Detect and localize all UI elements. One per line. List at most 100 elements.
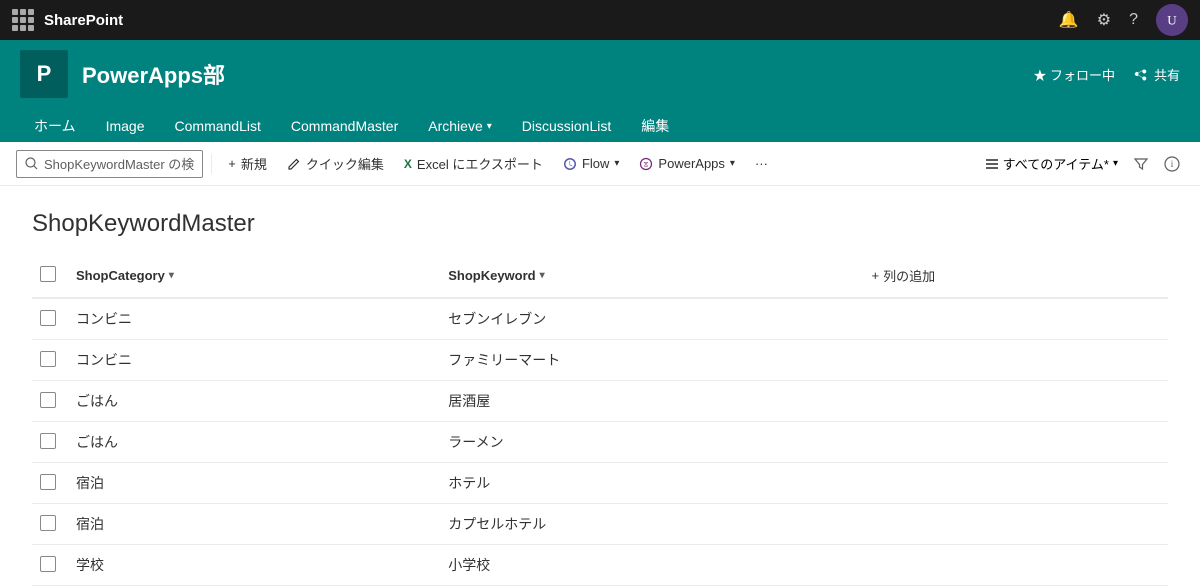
row-checkbox[interactable]	[40, 556, 56, 572]
row-checkbox-cell[interactable]	[32, 298, 64, 340]
row-checkbox-cell[interactable]	[32, 504, 64, 545]
flow-dropdown-icon: ▾	[614, 158, 619, 169]
svg-text:⧖: ⧖	[644, 160, 649, 168]
flow-button[interactable]: Flow ▾	[555, 148, 627, 180]
select-all-checkbox-header[interactable]	[32, 254, 64, 298]
empty-add-col-cell	[852, 463, 1168, 504]
row-checkbox-cell[interactable]	[32, 545, 64, 586]
info-icon: i	[1164, 156, 1180, 172]
shop-keyword-cell: 小学校	[436, 545, 851, 586]
notification-bell-icon[interactable]: 🔔	[1059, 10, 1079, 30]
shop-keyword-cell: ラーメン	[436, 422, 851, 463]
filter-button[interactable]	[1130, 157, 1152, 171]
nav-commandmaster[interactable]: CommandMaster	[277, 112, 412, 140]
add-column-plus: +	[872, 268, 880, 283]
shop-category-cell: 学校	[64, 545, 436, 586]
command-bar: ShopKeywordMaster の検 + 新規 クイック編集 X Excel…	[0, 142, 1200, 186]
filter-icon	[1134, 157, 1148, 171]
export-excel-button[interactable]: X Excel にエクスポート	[396, 148, 551, 180]
shop-category-cell: ごはん	[64, 422, 436, 463]
shop-category-sort-icon[interactable]: ▾	[169, 270, 174, 281]
lines-icon	[985, 157, 999, 171]
powerapps-icon: ⧖	[639, 157, 653, 171]
new-label: 新規	[241, 154, 267, 173]
add-column-header[interactable]: + 列の追加	[852, 254, 1168, 298]
list-table: ShopCategory ▾ ShopKeyword ▾ + 列の追加	[32, 254, 1168, 586]
excel-icon: X	[404, 157, 412, 171]
follow-button[interactable]: ★ フォロー中	[1033, 65, 1115, 84]
table-row[interactable]: 宿泊 カプセルホテル	[32, 504, 1168, 545]
view-selector[interactable]: すべてのアイテム* ▾	[981, 154, 1122, 173]
site-header-actions: ★ フォロー中 共有	[1033, 65, 1180, 84]
view-label: すべてのアイテム*	[1003, 154, 1109, 173]
shop-keyword-cell: カプセルホテル	[436, 504, 851, 545]
shop-category-cell: コンビニ	[64, 298, 436, 340]
search-box[interactable]: ShopKeywordMaster の検	[16, 150, 203, 178]
column-shop-category: ShopCategory ▾	[64, 254, 436, 298]
shop-category-cell: 宿泊	[64, 463, 436, 504]
top-nav-bar: SharePoint 🔔 ⚙ ? U	[0, 0, 1200, 40]
nav-image[interactable]: Image	[92, 112, 159, 140]
command-right: すべてのアイテム* ▾ i	[981, 154, 1184, 173]
shop-category-cell: コンビニ	[64, 340, 436, 381]
powerapps-label: PowerApps	[658, 156, 724, 171]
row-checkbox-cell[interactable]	[32, 340, 64, 381]
nav-discussionlist[interactable]: DiscussionList	[508, 112, 625, 140]
flow-label: Flow	[582, 156, 609, 171]
app-launcher-icon[interactable]	[12, 9, 34, 31]
more-icon: ···	[755, 156, 768, 171]
help-icon[interactable]: ?	[1129, 11, 1138, 29]
shop-keyword-sort-icon[interactable]: ▾	[540, 270, 545, 281]
header-checkbox[interactable]	[40, 266, 56, 282]
nav-commandlist[interactable]: CommandList	[161, 112, 275, 140]
add-column-label: 列の追加	[883, 266, 935, 285]
shop-keyword-label: ShopKeyword	[448, 268, 535, 283]
table-row[interactable]: コンビニ セブンイレブン	[32, 298, 1168, 340]
table-header-row: ShopCategory ▾ ShopKeyword ▾ + 列の追加	[32, 254, 1168, 298]
row-checkbox[interactable]	[40, 433, 56, 449]
row-checkbox-cell[interactable]	[32, 463, 64, 504]
archieve-dropdown-icon: ▾	[487, 121, 492, 132]
nav-archieve[interactable]: Archieve ▾	[414, 112, 506, 140]
row-checkbox-cell[interactable]	[32, 422, 64, 463]
quick-edit-label: クイック編集	[306, 154, 384, 173]
share-button[interactable]: 共有	[1133, 65, 1180, 84]
table-row[interactable]: コンビニ ファミリーマート	[32, 340, 1168, 381]
nav-home[interactable]: ホーム	[20, 110, 90, 142]
site-title: PowerApps部	[82, 58, 225, 90]
table-row[interactable]: ごはん ラーメン	[32, 422, 1168, 463]
row-checkbox[interactable]	[40, 392, 56, 408]
search-placeholder: ShopKeywordMaster の検	[44, 154, 194, 173]
empty-add-col-cell	[852, 340, 1168, 381]
table-row[interactable]: 学校 小学校	[32, 545, 1168, 586]
table-row[interactable]: ごはん 居酒屋	[32, 381, 1168, 422]
brand-name: SharePoint	[44, 12, 123, 29]
flow-icon	[563, 157, 577, 171]
site-logo-area: P PowerApps部	[20, 50, 225, 98]
shop-category-cell: 宿泊	[64, 504, 436, 545]
page-title: ShopKeywordMaster	[32, 210, 1168, 238]
more-button[interactable]: ···	[747, 148, 776, 180]
powerapps-button[interactable]: ⧖ PowerApps ▾	[631, 148, 743, 180]
column-shop-keyword: ShopKeyword ▾	[436, 254, 851, 298]
new-button[interactable]: + 新規	[220, 148, 275, 180]
nav-edit[interactable]: 編集	[627, 110, 683, 142]
new-icon: +	[228, 156, 236, 171]
row-checkbox[interactable]	[40, 474, 56, 490]
info-button[interactable]: i	[1160, 156, 1184, 172]
search-icon	[25, 157, 38, 170]
row-checkbox[interactable]	[40, 515, 56, 531]
quick-edit-button[interactable]: クイック編集	[279, 148, 392, 180]
site-header: P PowerApps部 ★ フォロー中 共有 ホーム Image Comman…	[0, 40, 1200, 142]
settings-icon[interactable]: ⚙	[1097, 10, 1111, 30]
row-checkbox[interactable]	[40, 310, 56, 326]
empty-add-col-cell	[852, 422, 1168, 463]
page-content: ShopKeywordMaster ShopCategory ▾ ShopKey…	[0, 186, 1200, 586]
row-checkbox[interactable]	[40, 351, 56, 367]
row-checkbox-cell[interactable]	[32, 381, 64, 422]
add-column-button[interactable]: + 列の追加	[864, 262, 944, 289]
edit-icon	[287, 157, 301, 171]
site-header-top: P PowerApps部 ★ フォロー中 共有	[20, 50, 1180, 106]
table-row[interactable]: 宿泊 ホテル	[32, 463, 1168, 504]
avatar[interactable]: U	[1156, 4, 1188, 36]
